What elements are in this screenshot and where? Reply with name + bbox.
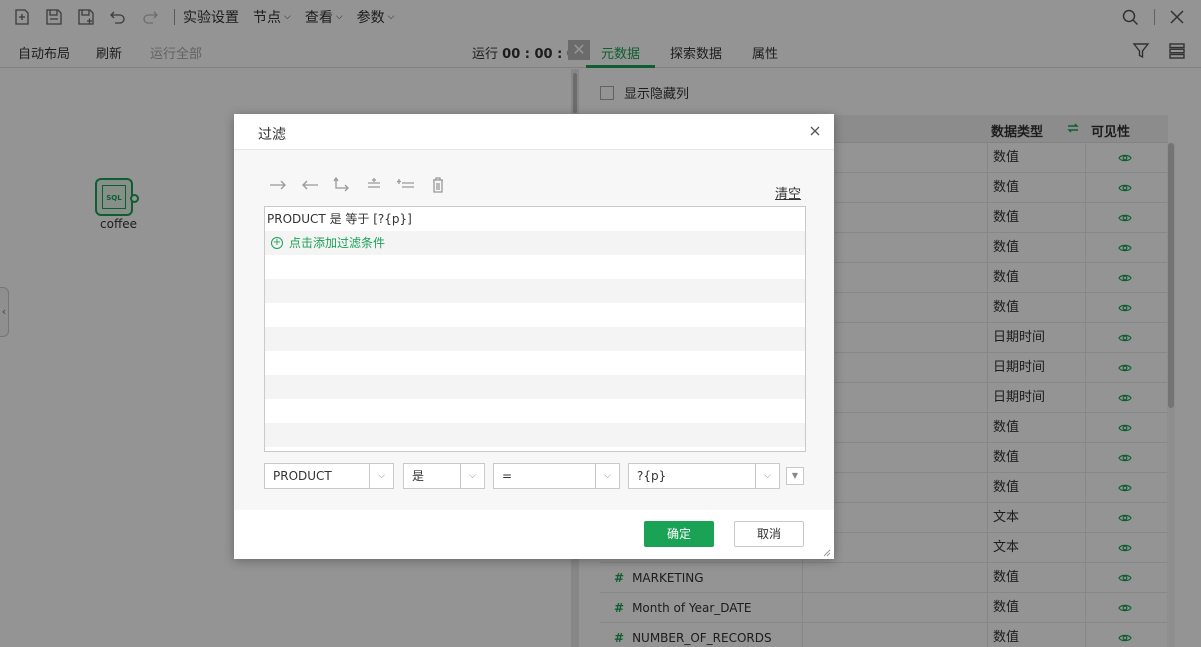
ok-button[interactable]: 确定 — [644, 521, 714, 547]
empty-row — [265, 423, 805, 447]
operator-value: = — [502, 469, 513, 483]
condition-editor: PRODUCT ⌵ 是 ⌵ = ⌵ ?{p} ⌵ ▼ — [264, 463, 806, 489]
empty-row — [265, 351, 805, 375]
filter-dialog: 过滤 清空 PRODUCT 是 等于 [?{p}] + 点击添加过滤条件 PRO… — [234, 114, 834, 559]
value-select[interactable]: ?{p} ⌵ — [628, 463, 780, 489]
dialog-body: 清空 PRODUCT 是 等于 [?{p}] + 点击添加过滤条件 PRODUC… — [234, 150, 834, 510]
insert-below-icon[interactable] — [396, 176, 416, 194]
mode-select[interactable]: 是 ⌵ — [403, 463, 485, 489]
value-type-dropdown[interactable]: ▼ — [786, 467, 804, 485]
add-condition-label: 点击添加过滤条件 — [289, 236, 386, 250]
empty-row — [265, 399, 805, 423]
operator-select[interactable]: = ⌵ — [493, 463, 620, 489]
dialog-footer: 确定 取消 — [234, 510, 834, 559]
dialog-title: 过滤 — [258, 127, 286, 143]
arrow-left-icon[interactable] — [300, 176, 320, 194]
empty-row — [265, 375, 805, 399]
chevron-down-icon[interactable]: ⌵ — [369, 464, 393, 488]
empty-row — [265, 327, 805, 351]
swap-icon[interactable] — [332, 176, 352, 194]
chevron-down-icon[interactable]: ⌵ — [595, 464, 619, 488]
add-condition-row: + 点击添加过滤条件 — [265, 231, 805, 255]
condition-item[interactable]: PRODUCT 是 等于 [?{p}] — [265, 207, 805, 231]
mode-value: 是 — [412, 469, 425, 483]
trash-icon[interactable] — [428, 176, 448, 194]
field-value: PRODUCT — [273, 469, 332, 483]
field-select[interactable]: PRODUCT ⌵ — [264, 463, 394, 489]
plus-circle-icon: + — [271, 237, 283, 249]
dialog-header: 过滤 — [234, 114, 834, 150]
empty-row — [265, 255, 805, 279]
add-condition-button[interactable]: + 点击添加过滤条件 — [267, 231, 805, 255]
value-value: ?{p} — [637, 469, 667, 483]
clear-link[interactable]: 清空 — [775, 183, 801, 202]
empty-row — [265, 303, 805, 327]
filter-tools — [268, 176, 460, 194]
arrow-right-icon[interactable] — [268, 176, 288, 194]
chevron-down-icon[interactable]: ⌵ — [755, 464, 779, 488]
condition-list: PRODUCT 是 等于 [?{p}] + 点击添加过滤条件 — [264, 206, 806, 452]
close-icon[interactable] — [806, 122, 824, 140]
insert-above-icon[interactable] — [364, 176, 384, 194]
cancel-button[interactable]: 取消 — [734, 521, 804, 547]
resize-handle-icon[interactable] — [821, 546, 831, 557]
chevron-down-icon[interactable]: ⌵ — [460, 464, 484, 488]
empty-row — [265, 279, 805, 303]
